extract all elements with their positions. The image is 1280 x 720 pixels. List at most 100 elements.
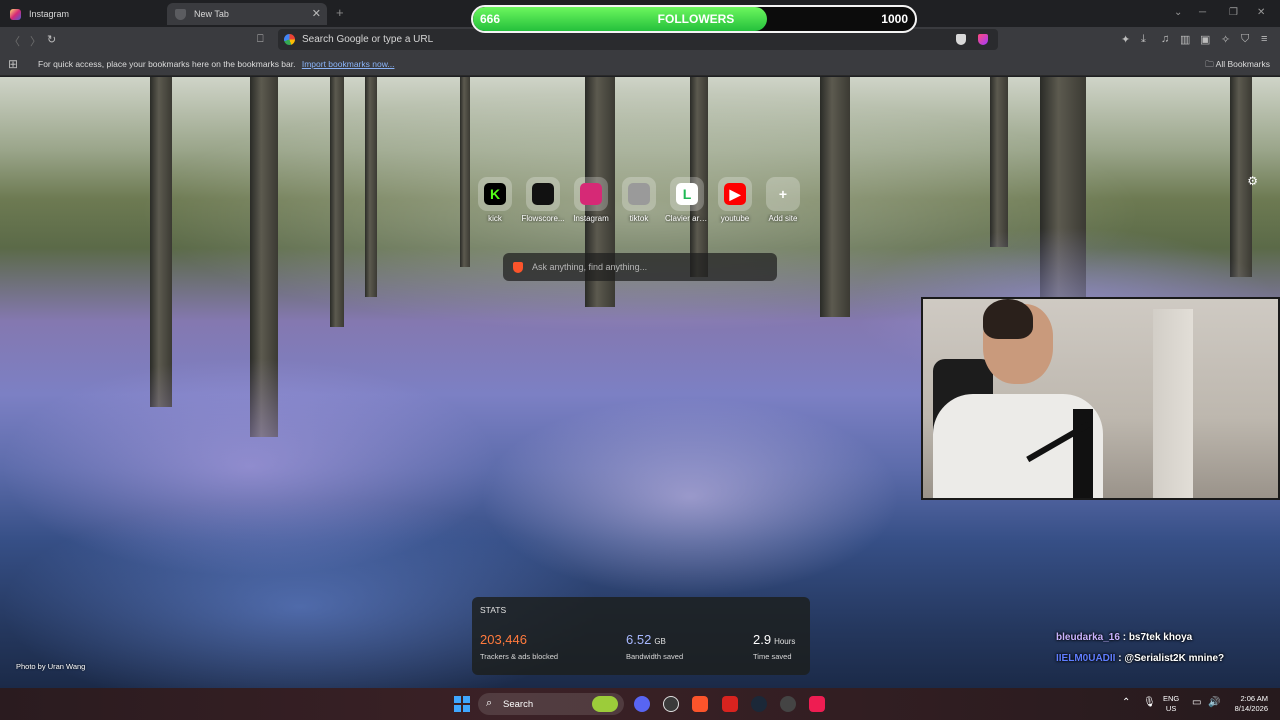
language-indicator[interactable]: ENG US — [1163, 694, 1179, 714]
shortcut-tile: ▶ — [718, 177, 752, 211]
shortcut-instagram[interactable]: Instagram — [569, 177, 613, 223]
volume-icon[interactable]: 🔊 — [1208, 697, 1220, 708]
obs-icon[interactable] — [780, 696, 796, 712]
ask-search-box[interactable]: Ask anything, find anything... — [503, 253, 777, 281]
leo-ai-icon[interactable]: ✧ — [1221, 33, 1230, 46]
widget-icon — [592, 696, 618, 712]
discord-icon[interactable] — [634, 696, 650, 712]
chat-username: bleudarka_16 — [1056, 632, 1120, 643]
shortcut-tile: + — [766, 177, 800, 211]
instagram-icon — [580, 183, 602, 205]
shortcut-label: Flowscore... — [521, 214, 565, 223]
tray-chevron-icon[interactable]: ⌃ — [1122, 697, 1130, 708]
chat-username: IIELM0UADII — [1056, 653, 1116, 664]
tree-trunk — [365, 77, 377, 297]
media-icon[interactable]: ♫ — [1161, 33, 1169, 45]
chatgpt-icon[interactable] — [663, 696, 679, 712]
shortcut-tile — [622, 177, 656, 211]
vpn-icon[interactable]: ⛉ — [1241, 33, 1249, 46]
bookmarks-hint: For quick access, place your bookmarks h… — [38, 59, 394, 69]
acrobat-icon[interactable] — [722, 696, 738, 712]
tab-title: New Tab — [194, 9, 229, 19]
brave-shields-icon[interactable] — [956, 34, 966, 45]
youtube-icon: ▶ — [724, 183, 746, 205]
tree-trunk — [460, 77, 470, 267]
shortcut-tile — [526, 177, 560, 211]
downloads-icon[interactable]: ⤓ — [1141, 33, 1146, 46]
stat-unit: GB — [654, 637, 666, 646]
followers-label: FOLLOWERS — [657, 12, 735, 26]
top-sites: Kkick Flowscore... Instagram tiktok L Clavier… — [473, 177, 813, 237]
microphone — [1073, 409, 1093, 498]
address-placeholder: Search Google or type a URL — [302, 34, 434, 45]
brave-icon[interactable] — [692, 696, 708, 712]
sidebar-icon[interactable]: ▥ — [1180, 33, 1190, 46]
customize-gear-icon[interactable]: ⚙ — [1247, 174, 1258, 188]
shortcut-clavier[interactable]: L Clavier ara... — [665, 177, 709, 223]
forward-icon[interactable]: 〉 — [30, 33, 41, 49]
clock[interactable]: 2:06 AM 8/14/2026 — [1224, 694, 1268, 714]
stats-widget: STATS 203,446 Trackers & ads blocked 6.5… — [472, 597, 810, 675]
google-icon — [284, 34, 295, 45]
back-icon[interactable]: 〈 — [9, 33, 20, 49]
tab-instagram[interactable]: Instagram — [2, 3, 162, 25]
followers-goal: 1000 — [881, 12, 908, 26]
steam-icon[interactable] — [751, 696, 767, 712]
clavier-icon: L — [676, 183, 698, 205]
taskbar-search-label: Search — [503, 699, 534, 710]
clock-date: 8/14/2026 — [1234, 704, 1268, 713]
maximize-icon[interactable]: ❐ — [1229, 7, 1238, 18]
all-bookmarks-label: All Bookmarks — [1215, 59, 1270, 69]
stat-value: 203,446 — [480, 632, 527, 647]
stat-label: Bandwidth saved — [626, 652, 684, 661]
shortcut-plus[interactable]: + Add site — [761, 177, 805, 223]
shortcut-label: tiktok — [629, 214, 649, 223]
close-window-icon[interactable]: ✕ — [1257, 7, 1265, 18]
shortcut-label: youtube — [720, 214, 750, 223]
tree-trunk — [150, 77, 172, 407]
stat-value: 2.9 — [753, 632, 772, 647]
shortcut-tile: K — [478, 177, 512, 211]
apps-grid-icon[interactable]: ⊞ — [8, 57, 18, 71]
wallet-icon[interactable]: ▣ — [1200, 33, 1210, 46]
lang-line: US — [1165, 704, 1177, 713]
tiktok-icon[interactable] — [809, 696, 825, 712]
microphone-icon[interactable]: 🎙 — [1143, 697, 1156, 708]
shortcut-kick[interactable]: Kkick — [473, 177, 517, 223]
tree-trunk — [990, 77, 1008, 247]
new-tab-button[interactable]: + — [336, 5, 344, 20]
chat-text: : @Serialist2K mnine? — [1115, 653, 1225, 664]
minimize-icon[interactable]: ─ — [1199, 7, 1206, 18]
followers-goal-overlay: 666 FOLLOWERS 1000 — [471, 5, 917, 33]
lang-line: ENG — [1163, 694, 1180, 703]
import-bookmarks-link[interactable]: Import bookmarks now... — [302, 59, 395, 69]
plus-icon: + — [778, 186, 788, 202]
tab-search-chevron-icon[interactable]: ⌄ — [1174, 7, 1182, 18]
tree-trunk — [330, 77, 344, 327]
kick-icon: K — [484, 183, 506, 205]
chat-message: bleudarka_16 : bs7tek khoya — [1056, 632, 1192, 643]
reload-icon[interactable]: ↻ — [47, 33, 56, 46]
shortcut-flowscore[interactable]: Flowscore... — [521, 177, 565, 223]
tab-title: Instagram — [29, 9, 70, 19]
all-bookmarks-button[interactable]: 🗀 All Bookmarks — [1205, 59, 1270, 73]
menu-icon[interactable]: ≡ — [1261, 33, 1267, 45]
taskbar-search[interactable]: ⌕ Search — [478, 693, 624, 715]
globe-icon — [628, 183, 650, 205]
shortcut-youtube[interactable]: ▶ youtube — [713, 177, 757, 223]
windows-start-icon[interactable] — [454, 696, 470, 712]
network-icon[interactable]: ▭ — [1192, 697, 1201, 708]
tab-new-tab[interactable]: New Tab ✕ — [167, 3, 327, 25]
stats-title: STATS — [480, 605, 507, 615]
brave-rewards-icon[interactable] — [978, 34, 988, 45]
shortcut-tile: L — [670, 177, 704, 211]
stat-unit: Hours — [774, 637, 796, 646]
bookmark-icon[interactable]: ⎕ — [257, 33, 264, 46]
chat-message: IIELM0UADII : @Serialist2K mnine? — [1056, 653, 1224, 664]
extensions-icon[interactable]: ✦ — [1121, 33, 1130, 46]
new-tab-page: ⚙ Kkick Flowscore... Instagram tiktok L Clavi… — [0, 77, 1280, 688]
shortcut-tile — [574, 177, 608, 211]
shortcut-globe[interactable]: tiktok — [617, 177, 661, 223]
close-tab-icon[interactable]: ✕ — [312, 7, 321, 20]
chat-text: : bs7tek khoya — [1119, 632, 1193, 643]
